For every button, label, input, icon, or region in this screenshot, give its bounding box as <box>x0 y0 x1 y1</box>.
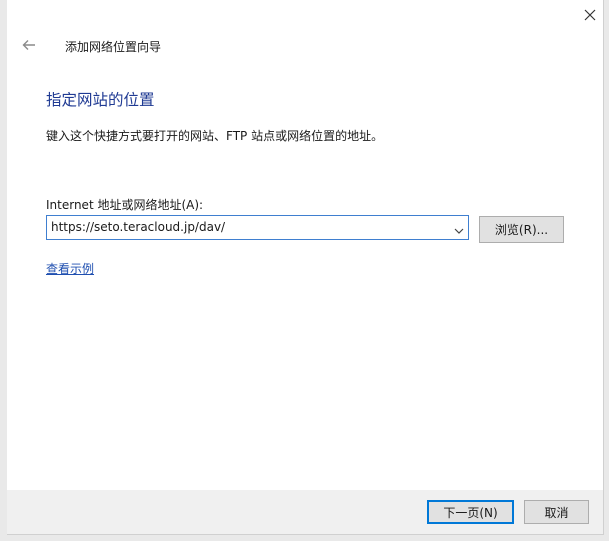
page-description: 键入这个快捷方式要打开的网站、FTP 站点或网络位置的地址。 <box>46 129 384 143</box>
wizard-title: 添加网络位置向导 <box>65 40 162 54</box>
back-button[interactable] <box>20 36 38 54</box>
close-button[interactable] <box>579 4 601 26</box>
wizard-window: 添加网络位置向导 指定网站的位置 键入这个快捷方式要打开的网站、FTP 站点或网… <box>7 0 604 535</box>
close-icon <box>584 6 596 25</box>
cancel-button[interactable]: 取消 <box>524 500 589 524</box>
address-label: Internet 地址或网络地址(A): <box>46 198 204 212</box>
address-input[interactable]: https://seto.teracloud.jp/dav/ <box>51 216 225 239</box>
page-heading: 指定网站的位置 <box>46 91 155 109</box>
chevron-down-icon[interactable] <box>453 222 465 234</box>
view-example-link[interactable]: 查看示例 <box>46 260 94 277</box>
browse-button[interactable]: 浏览(R)... <box>479 216 564 243</box>
next-button[interactable]: 下一页(N) <box>427 500 514 524</box>
address-combobox[interactable]: https://seto.teracloud.jp/dav/ <box>46 215 469 240</box>
back-arrow-icon <box>22 36 36 55</box>
